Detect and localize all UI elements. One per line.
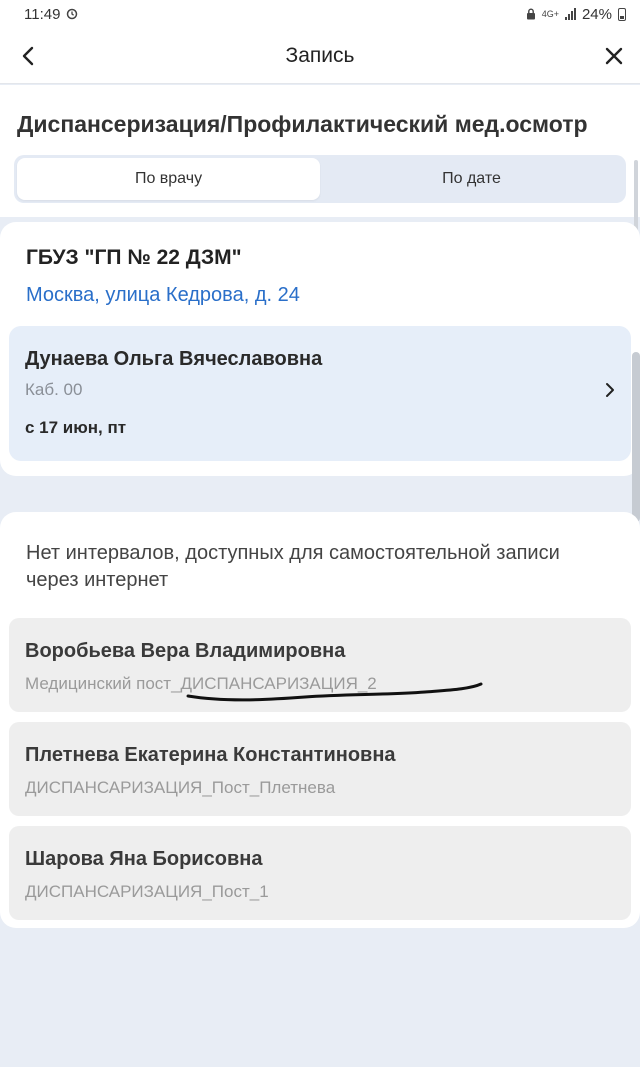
chevron-left-icon [22, 46, 34, 66]
staff-name: Воробьева Вера Владимировна [25, 640, 346, 662]
clinic-card: ГБУЗ "ГП № 22 ДЗМ" Москва, улица Кедрова… [0, 222, 640, 476]
network-type: 4G+ [541, 9, 559, 19]
no-intervals-notice: Нет интервалов, доступных для самостояте… [26, 542, 560, 591]
battery-percent: 24% [581, 5, 612, 23]
mode-tabs: По врачу По дате [14, 155, 626, 203]
staff-post: ДИСПАНСАРИЗАЦИЯ_Пост_Плетнева [25, 778, 336, 797]
signal-icon [564, 8, 576, 20]
chevron-right-icon [606, 383, 614, 397]
staff-post: ДИСПАНСАРИЗАЦИЯ_Пост_1 [25, 882, 269, 901]
clinic-address-link[interactable]: Москва, улица Кедрова, д. 24 [26, 284, 300, 307]
staff-name: Шарова Яна Борисовна [25, 848, 263, 870]
status-right-group: 4G+ 24% [526, 6, 626, 23]
status-time: 11:49 [24, 5, 61, 23]
close-button[interactable] [596, 38, 632, 74]
tab-by-doctor[interactable]: По врачу [17, 158, 320, 200]
doctor-name: Дунаева Ольга Вячеславовна [25, 348, 323, 370]
back-button[interactable] [10, 38, 46, 74]
staff-name: Плетнева Екатерина Константиновна [25, 744, 396, 766]
list-item[interactable]: Шарова Яна Борисовна ДИСПАНСАРИЗАЦИЯ_Пос… [9, 826, 631, 920]
page-title: Запись [285, 43, 355, 67]
data-saver-icon [67, 8, 78, 20]
status-time-group: 11:49 [24, 6, 78, 23]
list-item[interactable]: Плетнева Екатерина Константиновна ДИСПАН… [9, 722, 631, 816]
doctor-room: Каб. 00 [25, 380, 83, 399]
unavailable-staff-card: Нет интервалов, доступных для самостояте… [0, 512, 640, 928]
status-bar: 11:49 4G+ 24% [0, 0, 640, 28]
lock-icon [526, 8, 535, 20]
tab-by-date[interactable]: По дате [320, 158, 623, 200]
list-item[interactable]: Воробьева Вера Владимировна Медицинский … [9, 618, 631, 712]
app-header: Запись [0, 28, 640, 84]
close-icon [605, 47, 623, 65]
clinic-name: ГБУЗ "ГП № 22 ДЗМ" [26, 246, 242, 269]
doctor-card[interactable]: Дунаева Ольга Вячеславовна Каб. 00 с 17 … [9, 326, 631, 461]
page-scrollbar[interactable] [632, 352, 640, 522]
service-section: Диспансеризация/Профилактический мед.осм… [0, 85, 640, 217]
doctor-available-date: с 17 июн, пт [25, 418, 127, 437]
battery-icon [618, 7, 626, 21]
service-title: Диспансеризация/Профилактический мед.осм… [17, 111, 588, 137]
handwritten-underline [186, 682, 483, 702]
